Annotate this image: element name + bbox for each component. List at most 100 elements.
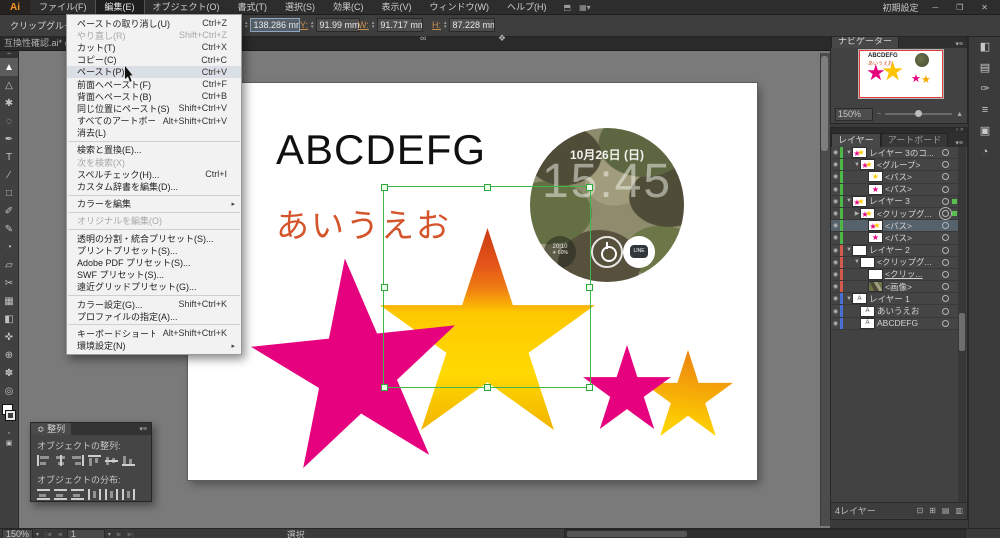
menu-item[interactable]: すべてのアートボードにペースト(S) Alt+Shift+Ctrl+V: [67, 115, 241, 127]
layer-row[interactable]: ◉ ▼ <グループ>: [831, 159, 959, 171]
tool-button[interactable]: ✱: [0, 94, 18, 112]
layer-thumbnail[interactable]: [861, 160, 874, 169]
tool-button[interactable]: ▲: [0, 58, 18, 76]
canvas-vertical-scrollbar-thumb[interactable]: [821, 56, 828, 151]
layer-thumbnail[interactable]: [869, 185, 882, 194]
navigator-zoom-field[interactable]: 150%: [835, 108, 873, 121]
visibility-eye-icon[interactable]: ◉: [831, 320, 840, 327]
y-spinner[interactable]: ▲▼: [310, 21, 314, 30]
layer-name[interactable]: <パス>: [885, 232, 939, 244]
expand-arrow-icon[interactable]: ▼: [845, 296, 853, 302]
tool-button[interactable]: ◎: [0, 382, 18, 400]
w-label[interactable]: W:: [358, 20, 369, 30]
menu-item[interactable]: 検索と置換(E)...: [67, 144, 241, 156]
navigator-zoom-slider[interactable]: [885, 113, 952, 115]
visibility-eye-icon[interactable]: ◉: [831, 295, 840, 302]
layer-row[interactable]: ◉ <パス>: [831, 184, 959, 196]
layer-thumbnail[interactable]: [853, 294, 866, 303]
tool-button[interactable]: ✽: [0, 364, 18, 382]
align-icon[interactable]: [71, 455, 84, 466]
menu-bar-item[interactable]: 表示(V): [373, 0, 421, 14]
visibility-eye-icon[interactable]: ◉: [831, 271, 840, 278]
next-artboard-button[interactable]: ▶: [114, 531, 125, 538]
dock-panel-icon[interactable]: ▤: [969, 57, 1000, 78]
h-field[interactable]: 87.228 mm: [449, 18, 495, 32]
menu-bar-item[interactable]: ヘルプ(H): [498, 0, 556, 14]
layer-name[interactable]: <クリップグ...: [877, 208, 939, 220]
target-circle-icon[interactable]: [942, 320, 949, 327]
visibility-eye-icon[interactable]: ◉: [831, 247, 840, 254]
target-circle-icon[interactable]: [942, 186, 949, 193]
menu-item[interactable]: 背面へペースト(B) Ctrl+B: [67, 90, 241, 102]
last-artboard-button[interactable]: ▶|: [125, 531, 137, 538]
dock-panel-icon[interactable]: ≡: [969, 99, 1000, 120]
layer-row[interactable]: ◉ ▼ レイヤー 3: [831, 196, 959, 208]
menu-bar-item[interactable]: オブジェクト(O): [144, 0, 229, 14]
link-dimensions-icon[interactable]: ∞: [418, 33, 428, 43]
layers-scrollbar-thumb[interactable]: [959, 313, 965, 351]
expand-arrow-icon[interactable]: ▼: [853, 162, 861, 168]
w-field[interactable]: 91.717 mm: [377, 18, 423, 32]
layer-thumbnail[interactable]: [853, 148, 866, 157]
navigator-thumbnail[interactable]: ★ ★ ★ ★ ABCDEFG あいうえお: [859, 50, 943, 98]
layer-row[interactable]: ◉ ▼ レイヤー 3のコ...: [831, 147, 959, 159]
menu-item[interactable]: 透明の分割・統合プリセット(S)...: [67, 232, 241, 244]
tool-button[interactable]: △: [0, 76, 18, 94]
selection-handle[interactable]: [484, 384, 491, 391]
tool-button[interactable]: ✎: [0, 220, 18, 238]
dock-panel-icon[interactable]: ✑: [969, 78, 1000, 99]
layer-row[interactable]: ◉ <パス>: [831, 220, 959, 232]
panel-menu-icon[interactable]: ▾≡: [139, 425, 151, 433]
zoom-out-icon[interactable]: −: [877, 111, 881, 118]
artboard-heading-text[interactable]: ABCDEFG: [276, 126, 486, 174]
visibility-eye-icon[interactable]: ◉: [831, 259, 840, 266]
x-field[interactable]: 138.286 mm: [250, 18, 300, 32]
dock-panel-icon[interactable]: ◔: [969, 141, 1000, 162]
horizontal-scrollbar-thumb[interactable]: [567, 531, 687, 537]
layer-thumbnail[interactable]: [869, 270, 882, 279]
layer-name[interactable]: <クリップグ...: [877, 256, 939, 268]
align-icon[interactable]: [37, 455, 50, 466]
target-circle-icon[interactable]: [942, 198, 949, 205]
target-circle-icon[interactable]: [942, 173, 949, 180]
workspace-switcher[interactable]: 初期設定: [882, 1, 918, 14]
expand-arrow-icon[interactable]: ▶: [853, 210, 861, 217]
zoom-dropdown-arrow[interactable]: ▾: [33, 531, 42, 538]
layer-thumbnail[interactable]: [861, 209, 874, 218]
menu-item[interactable]: 前面へペースト(F) Ctrl+F: [67, 78, 241, 90]
menu-item[interactable]: SWF プリセット(S)...: [67, 269, 241, 281]
arrange-documents-icon[interactable]: ⬒: [564, 3, 572, 12]
layer-name[interactable]: ABCDEFG: [877, 318, 939, 328]
target-circle-icon[interactable]: [942, 210, 949, 217]
layer-thumbnail[interactable]: [853, 246, 866, 255]
selection-handle[interactable]: [381, 184, 388, 191]
draw-mode-button[interactable]: ▫: [0, 428, 18, 438]
screen-mode-button[interactable]: ▣: [0, 438, 18, 448]
menu-item[interactable]: 同じ位置にペースト(S) Shift+Ctrl+V: [67, 102, 241, 114]
expand-arrow-icon[interactable]: ▼: [845, 198, 853, 204]
layer-name[interactable]: レイヤー 2: [869, 244, 939, 256]
panel-menu-icon[interactable]: ▾≡: [955, 40, 967, 48]
target-circle-icon[interactable]: [942, 259, 949, 266]
distribute-icon[interactable]: [88, 489, 101, 500]
target-circle-icon[interactable]: [942, 161, 949, 168]
tool-button[interactable]: ✂: [0, 274, 18, 292]
selection-handle[interactable]: [586, 384, 593, 391]
visibility-eye-icon[interactable]: ◉: [831, 308, 840, 315]
visibility-eye-icon[interactable]: ◉: [831, 198, 840, 205]
menu-item[interactable]: コピー(C) Ctrl+C: [67, 54, 241, 66]
layer-thumbnail[interactable]: [869, 172, 882, 181]
align-icon[interactable]: [105, 455, 118, 466]
menu-item[interactable]: ペーストの取り消し(U) Ctrl+Z: [67, 17, 241, 29]
layer-row[interactable]: ◉ <パス>: [831, 171, 959, 183]
menu-bar-item[interactable]: 編集(E): [96, 0, 144, 14]
align-panel-header[interactable]: ≎ 整列 ▾≡: [31, 423, 151, 435]
x-spinner[interactable]: ▲▼: [244, 21, 248, 30]
artboard-dropdown-arrow[interactable]: ▾: [105, 531, 114, 538]
layer-row[interactable]: ◉ ABCDEFG: [831, 318, 959, 330]
layer-row[interactable]: ◉ ▼ レイヤー 1: [831, 293, 959, 305]
align-icon[interactable]: [54, 455, 67, 466]
tool-button[interactable]: □: [0, 184, 18, 202]
target-circle-icon[interactable]: [942, 247, 949, 254]
distribute-icon[interactable]: [37, 489, 50, 500]
